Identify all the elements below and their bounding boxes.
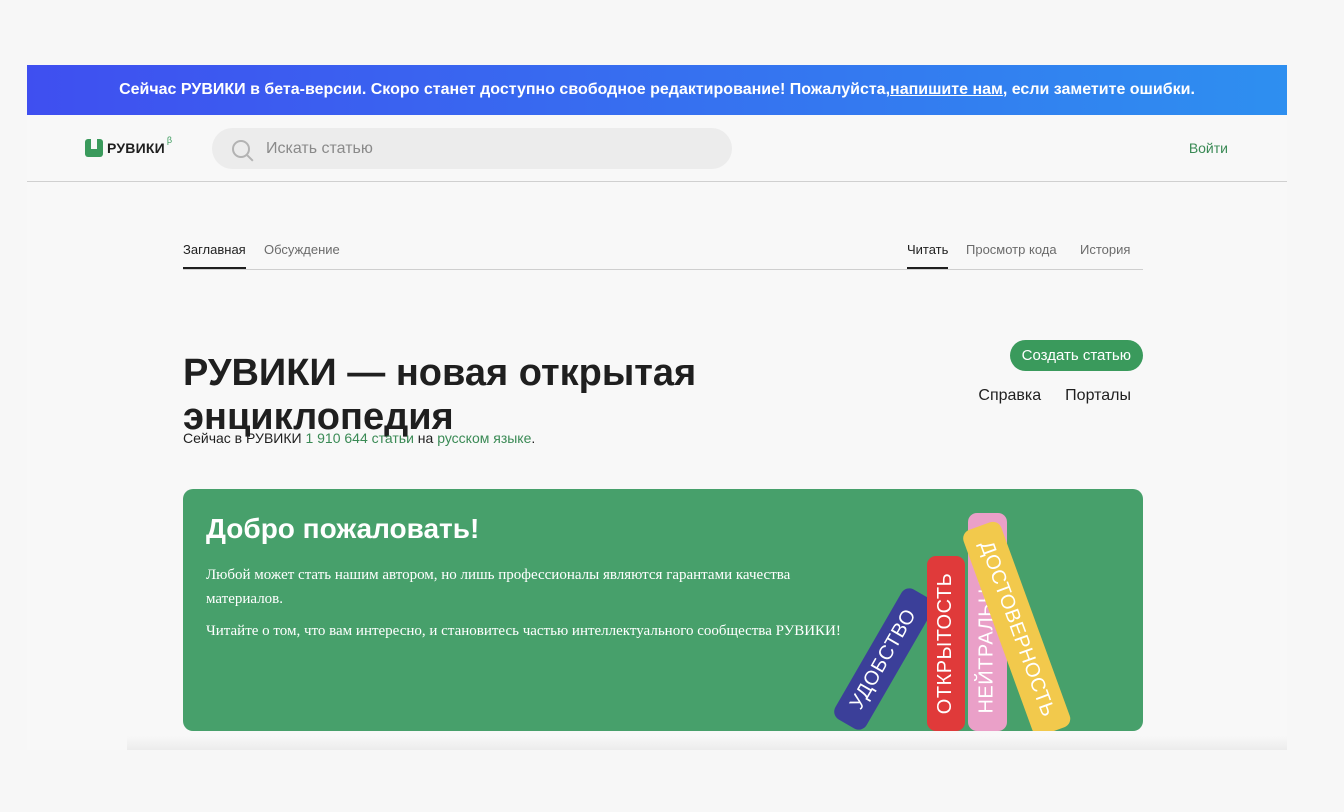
stats-mid: на <box>413 430 438 446</box>
book-openness: ОТКРЫТОСТЬ <box>927 556 965 731</box>
search-icon <box>232 139 250 158</box>
welcome-paragraph-1: Любой может стать нашим автором, но лишь… <box>206 567 791 607</box>
stats-prefix: Сейчас в РУВИКИ <box>183 430 306 446</box>
welcome-card: Добро пожаловать! Любой может стать наши… <box>183 489 1143 731</box>
header-links: Справка Порталы <box>978 387 1131 405</box>
portals-link[interactable]: Порталы <box>1065 387 1131 405</box>
tab-main-page[interactable]: Заглавная <box>183 242 246 269</box>
tab-read[interactable]: Читать <box>907 242 949 269</box>
create-article-button[interactable]: Создать статью <box>1009 340 1143 371</box>
language-link[interactable]: русском языке <box>437 430 531 446</box>
article-stats: Сейчас в РУВИКИ 1 910 644 статьи на русс… <box>183 430 535 446</box>
book-convenience: УДОБСТВО <box>830 585 938 731</box>
tab-view-source[interactable]: Просмотр кода <box>966 242 1057 268</box>
book-logo-icon <box>85 139 103 157</box>
book-label-convenience: УДОБСТВО <box>846 604 922 713</box>
bottom-fade <box>127 736 1287 750</box>
help-link[interactable]: Справка <box>978 387 1041 405</box>
site-header: РУВИКИ β Войти <box>27 115 1287 182</box>
welcome-paragraph-2: Читайте о том, что вам интересно, и стан… <box>206 623 841 639</box>
logo-text: РУВИКИ <box>107 140 165 156</box>
banner-text-after: , если заметите ошибки. <box>1002 81 1195 98</box>
beta-mark: β <box>166 135 173 145</box>
book-label-openness: ОТКРЫТОСТЬ <box>934 572 957 715</box>
page-title: РУВИКИ — новая открытая энциклопедия <box>183 352 697 439</box>
welcome-heading: Добро пожаловать! <box>206 513 480 544</box>
site-logo[interactable]: РУВИКИ β <box>85 135 172 157</box>
page-tabs: Заглавная Обсуждение Читать Просмотр код… <box>183 231 1143 270</box>
tab-history[interactable]: История <box>1080 242 1130 268</box>
search-input[interactable] <box>264 138 708 159</box>
main-content: Заглавная Обсуждение Читать Просмотр код… <box>183 231 1143 731</box>
page-frame: Сейчас РУВИКИ в бета-версии. Скоро стане… <box>27 65 1287 750</box>
banner-contact-link[interactable]: напишите нам <box>890 81 1003 99</box>
tab-discussion[interactable]: Обсуждение <box>264 242 340 268</box>
stats-suffix: . <box>531 430 536 446</box>
login-link[interactable]: Войти <box>1189 140 1228 156</box>
banner-text-before: Сейчас РУВИКИ в бета-версии. Скоро стане… <box>119 81 891 98</box>
search-box[interactable] <box>212 128 732 169</box>
article-count-link[interactable]: 1 910 644 статьи <box>305 430 413 446</box>
beta-banner: Сейчас РУВИКИ в бета-версии. Скоро стане… <box>27 65 1287 115</box>
